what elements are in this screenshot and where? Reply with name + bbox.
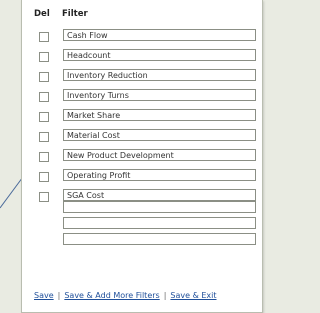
delete-checkbox[interactable]	[39, 92, 49, 102]
delete-checkbox[interactable]	[39, 112, 49, 122]
filter-name-field[interactable]: Inventory Turns	[63, 89, 256, 101]
filter-row: Inventory Reduction	[22, 67, 262, 87]
filter-row: Inventory Turns	[22, 87, 262, 107]
filter-row: Cash Flow	[22, 27, 262, 47]
save-exit-link[interactable]: Save & Exit	[170, 291, 216, 300]
action-links: Save | Save & Add More Filters | Save & Exit	[34, 291, 217, 300]
filter-name-field[interactable]: Cash Flow	[63, 29, 256, 41]
new-filter-field[interactable]	[63, 217, 256, 229]
link-separator: |	[163, 291, 167, 300]
filter-column-header: Filter	[62, 9, 88, 19]
delete-checkbox[interactable]	[39, 152, 49, 162]
filter-panel: Del Filter Cash Flow Headcount Inventory R…	[21, 0, 263, 313]
filter-row: Material Cost	[22, 127, 262, 147]
new-filter-field[interactable]	[63, 201, 256, 213]
save-add-more-filters-link[interactable]: Save & Add More Filters	[64, 291, 159, 300]
link-separator: |	[57, 291, 61, 300]
filter-name-field[interactable]: Headcount	[63, 49, 256, 61]
filter-row: New Product Development	[22, 147, 262, 167]
filter-row: Headcount	[22, 47, 262, 67]
filter-name-field[interactable]: New Product Development	[63, 149, 256, 161]
new-filter-field[interactable]	[63, 233, 256, 245]
filter-name-field[interactable]: Operating Profit	[63, 169, 256, 181]
delete-checkbox[interactable]	[39, 32, 49, 42]
empty-filter-row	[22, 231, 262, 251]
filter-name-field[interactable]: Material Cost	[63, 129, 256, 141]
filter-name-field[interactable]: Inventory Reduction	[63, 69, 256, 81]
delete-checkbox[interactable]	[39, 72, 49, 82]
delete-checkbox[interactable]	[39, 132, 49, 142]
filter-row: Market Share	[22, 107, 262, 127]
save-link[interactable]: Save	[34, 291, 54, 300]
delete-checkbox[interactable]	[39, 52, 49, 62]
filter-row: Operating Profit	[22, 167, 262, 187]
del-column-header: Del	[34, 9, 50, 19]
filter-name-field[interactable]: Market Share	[63, 109, 256, 121]
delete-checkbox[interactable]	[39, 172, 49, 182]
